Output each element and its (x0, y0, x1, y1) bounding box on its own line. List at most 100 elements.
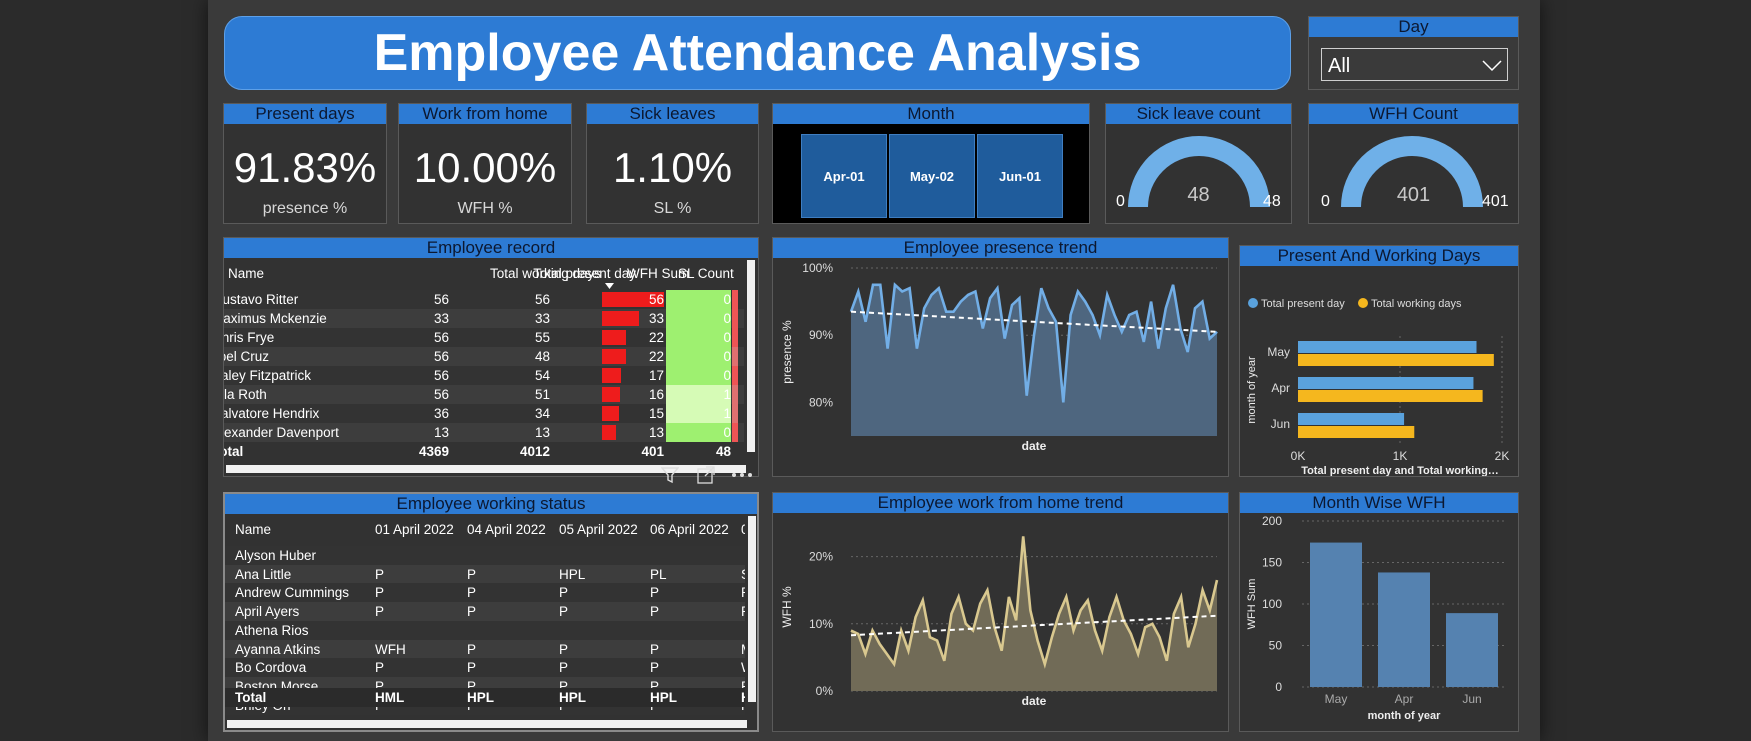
gauge-sick-leave-count: Sick leave count 0 48 48 (1105, 103, 1292, 224)
column-header-date[interactable]: 0 (741, 514, 745, 546)
table-row[interactable]: Kaley Fitzpatrick 56 54 170 (224, 366, 744, 385)
y-axis-label: WFH % (780, 586, 794, 628)
table-header: Employee record (224, 238, 758, 258)
cell-status: P (559, 585, 569, 601)
bar[interactable] (1310, 542, 1362, 687)
legend-label[interactable]: Total working days (1371, 298, 1462, 310)
cell-status: P (375, 585, 385, 601)
vertical-scrollbar[interactable] (747, 260, 755, 452)
wfh-trend-plot: 20% 10% 0% date WFH % (780, 536, 1219, 708)
kpi-header: Work from home (399, 104, 571, 124)
bar[interactable] (1298, 390, 1483, 402)
cell-wfh: 22 (648, 349, 664, 364)
cell-sl: 1 (666, 385, 731, 404)
cell-present: 34 (534, 406, 550, 421)
table-row[interactable]: Ella Roth 56 51 161 (224, 385, 744, 404)
y-tick-label: 80% (809, 395, 833, 409)
column-header-date[interactable]: 04 April 2022 (467, 514, 546, 546)
table-row[interactable]: Bo Cordova P P P P W (225, 658, 745, 678)
cell-status (375, 546, 461, 565)
cell-wfh: 56 (648, 292, 664, 307)
legend-label[interactable]: Total present day (1261, 298, 1345, 310)
day-dropdown[interactable]: All (1321, 48, 1508, 81)
cell-status (741, 621, 745, 640)
focus-mode-icon[interactable] (697, 466, 715, 484)
column-header-date[interactable]: 01 April 2022 (375, 514, 454, 546)
chart-title: Month Wise WFH (1240, 493, 1518, 513)
column-header-date[interactable]: 05 April 2022 (559, 514, 638, 546)
employee-working-status-table[interactable]: Employee working status Name 01 April 20… (223, 492, 759, 732)
horizontal-scrollbar[interactable] (227, 720, 747, 728)
cell-label: Total (224, 444, 244, 459)
filter-icon[interactable] (661, 466, 679, 484)
vertical-scrollbar[interactable] (748, 516, 756, 702)
month-button-apr[interactable]: Apr-01 (801, 134, 887, 218)
cell-status: HML (375, 690, 405, 705)
cell-name: Salvatore Hendrix (224, 406, 320, 421)
cell-working: 33 (433, 311, 449, 326)
column-header-sl[interactable]: SL Count (678, 258, 744, 290)
y-axis-label: presence % (780, 320, 794, 384)
present-working-days-chart: Present And Working Days Total present d… (1239, 245, 1519, 477)
gauge-header: Sick leave count (1106, 104, 1291, 124)
month-button-jun[interactable]: Jun-01 (977, 134, 1063, 218)
y-tick-label: 100 (1262, 597, 1282, 611)
y-tick-label: 90% (809, 328, 833, 342)
bar[interactable] (1378, 572, 1430, 687)
table-row[interactable]: Joel Cruz 56 48 220 (224, 347, 744, 366)
cell-sl: 0 (666, 366, 731, 385)
table-row[interactable]: Maximus Mckenzie3333330 (224, 309, 744, 328)
table-row[interactable]: April Ayers P P P P P (225, 602, 745, 622)
cell-status: P (741, 602, 745, 621)
cell-status: P (741, 583, 745, 602)
table-row[interactable]: Salvatore Hendrix 36 34 151 (224, 404, 744, 423)
cell-status (650, 621, 736, 640)
table-row[interactable]: Ana Little P P HPL PL S (225, 564, 745, 584)
cell-working: 4369 (418, 444, 449, 459)
bar[interactable] (1298, 413, 1405, 425)
cell-status (559, 546, 645, 565)
table-total-row[interactable]: Total 4369 4012 401 48 (224, 442, 744, 461)
cell-name: Andrew Cummings (235, 585, 350, 601)
y-tick-label: 0% (816, 684, 834, 698)
kpi-label: WFH % (457, 200, 513, 217)
column-header-date[interactable]: 06 April 2022 (650, 514, 729, 546)
month-slicer: Month Apr-01 May-02 Jun-01 (772, 103, 1090, 224)
kpi-present-days: Present days 91.83% presence % (223, 103, 387, 224)
table-row[interactable]: Athena Rios (225, 620, 745, 640)
table-row[interactable]: Alyson Huber (225, 546, 745, 565)
table-total-row[interactable]: Total HML HPL HPL HPL H (225, 688, 745, 707)
kpi-header: Sick leaves (587, 104, 758, 124)
table-body: Name Total working days Total present da… (224, 258, 744, 473)
bar[interactable] (1298, 426, 1415, 438)
table-row[interactable]: Andrew Cummings P P P P P (225, 583, 745, 603)
bar[interactable] (1446, 613, 1498, 687)
bar[interactable] (1298, 354, 1494, 366)
month-button-may[interactable]: May-02 (889, 134, 975, 218)
table-row[interactable]: Ayanna Atkins WFH P P P M (225, 639, 745, 659)
cell-status (467, 546, 553, 565)
table-row[interactable]: Gustavo Ritter5656560 (224, 290, 744, 309)
cell-status: HPL (467, 690, 494, 705)
month-wise-wfh-plot: 200 150 100 50 0 May Apr Jun month of year WFH Su… (1246, 514, 1506, 722)
present-working-days-plot: Total present day Total working days 0K 1K 2… (1246, 298, 1509, 476)
y-tick-label: 100% (802, 261, 833, 275)
cell-name: Kaley Fitzpatrick (224, 368, 312, 383)
kpi-value: 91.83% (233, 144, 377, 191)
cell-working: 56 (433, 387, 449, 402)
cell-status: P (467, 660, 477, 676)
table-column-headers: Name 01 April 2022 04 April 2022 05 Apri… (225, 514, 745, 546)
column-header-name[interactable]: Name (235, 514, 271, 546)
cell-working: 56 (433, 330, 449, 345)
table-row[interactable]: Chris Frye 56 55 220 (224, 328, 744, 347)
bar[interactable] (1298, 341, 1477, 353)
gauge-wfh-count: WFH Count 0 401 401 (1308, 103, 1519, 224)
column-header-name[interactable]: Name (228, 258, 343, 290)
bar[interactable] (1298, 377, 1474, 389)
day-slicer: Day All (1308, 16, 1519, 90)
x-tick-label: May (1325, 692, 1348, 706)
cell-status: P (559, 604, 569, 620)
cell-status: HPL (650, 690, 677, 705)
table-row[interactable]: Alexander Davenport 13 13 13 0 (224, 423, 744, 442)
more-options-icon[interactable] (731, 472, 753, 478)
